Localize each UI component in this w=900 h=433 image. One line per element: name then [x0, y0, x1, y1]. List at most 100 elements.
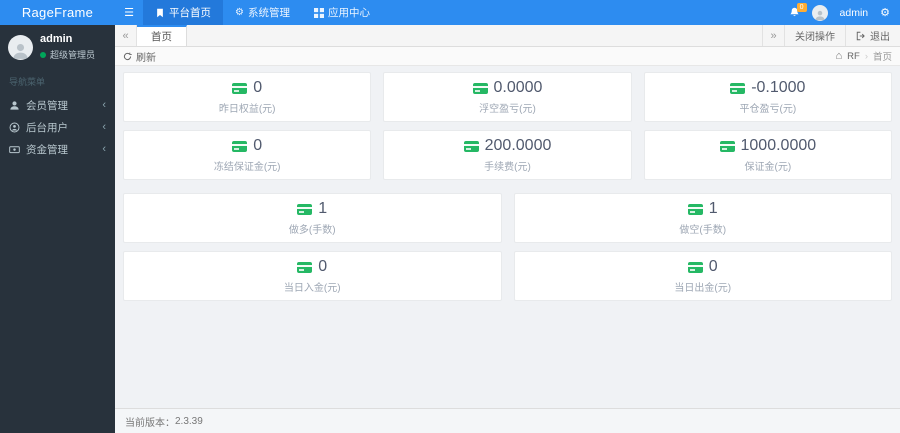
breadcrumb-root[interactable]: RF [847, 51, 860, 62]
tabs-scroll-right-button[interactable]: » [762, 25, 784, 46]
top-bar: RageFrame ☰ 平台首页 ⚙ 系统管理 应用中心 0 admin ⚙ [0, 0, 900, 25]
sidebar-item-label: 资金管理 [26, 143, 68, 156]
nav-item-app-center[interactable]: 应用中心 [302, 0, 382, 25]
stat-label: 做多(手数) [288, 225, 336, 236]
breadcrumb-separator: › [864, 50, 868, 62]
sidebar-user-panel: admin 超级管理员 [0, 25, 115, 71]
stat-label: 冻结保证金(元) [213, 162, 281, 173]
brand-logo[interactable]: RageFrame [0, 0, 115, 25]
breadcrumb-current: 首页 [872, 52, 892, 63]
close-actions-label: 关闭操作 [795, 32, 835, 43]
refresh-label: 刷新 [136, 52, 156, 64]
tab-bar: « 首页 » 关闭操作 退出 [115, 25, 900, 47]
grid-icon [313, 7, 324, 18]
sidebar-user-role: 超级管理员 [40, 48, 95, 61]
credit-card-icon [297, 261, 313, 273]
stats-row-3: 1 做多(手数) 1 做空(手数) [123, 193, 892, 243]
money-icon [9, 144, 26, 155]
topbar-right: 0 admin ⚙ [789, 0, 900, 25]
version-footer: 当前版本： 2.3.39 [115, 408, 900, 433]
stat-label: 当日入金(元) [283, 283, 341, 294]
credit-card-icon [687, 203, 703, 215]
version-value: 2.3.39 [175, 415, 203, 427]
credit-card-icon [463, 140, 479, 152]
credit-card-icon [232, 140, 248, 152]
stat-value: 200.0000 [484, 137, 552, 154]
bookmark-icon [155, 8, 165, 18]
chevron-left-icon: ‹ [102, 121, 106, 133]
version-label: 当前版本： [125, 417, 175, 429]
username-menu[interactable]: admin [840, 7, 869, 19]
user-avatar[interactable] [811, 4, 828, 21]
stat-value: 1000.0000 [740, 137, 817, 154]
settings-gear-icon[interactable]: ⚙ [880, 6, 890, 19]
chevron-left-icon: ‹ [102, 99, 106, 111]
breadcrumb: ⌂ RF › 首页 [835, 49, 892, 63]
sidebar-item-label: 后台用户 [26, 121, 68, 134]
stat-card-today-withdraw: 0 当日出金(元) [513, 251, 892, 301]
stat-label: 浮空盈亏(元) [479, 104, 536, 115]
sidebar-item-label: 会员管理 [26, 99, 68, 112]
stat-label: 做空(手数) [679, 225, 727, 236]
stat-card-long-lots: 1 做多(手数) [123, 193, 502, 243]
sidebar-avatar [8, 34, 33, 60]
stat-value: -0.1000 [751, 79, 806, 96]
stat-label: 平仓盈亏(元) [739, 104, 797, 115]
credit-card-icon [297, 203, 313, 215]
stats-row-4: 0 当日入金(元) 0 当日出金(元) [123, 251, 892, 301]
credit-card-icon [232, 82, 248, 94]
sidebar-item-members[interactable]: 会员管理 ‹ [0, 94, 115, 116]
sidebar-username: admin [40, 33, 73, 45]
stat-card-frozen-margin: 0 冻结保证金(元) [123, 130, 372, 180]
sidebar-toggle-button[interactable]: ☰ [115, 0, 143, 25]
home-icon: ⌂ [835, 50, 843, 62]
credit-card-icon [472, 82, 488, 94]
stat-label: 保证金(元) [744, 162, 792, 173]
person-icon [9, 100, 26, 111]
refresh-button[interactable]: 刷新 [123, 49, 156, 64]
role-label: 超级管理员 [50, 50, 96, 60]
sidebar: admin 超级管理员 导航菜单 会员管理 ‹ 后台用户 ‹ 资金管理 ‹ [0, 25, 115, 433]
stat-label: 手续费(元) [484, 162, 531, 173]
stat-value: 1 [318, 200, 328, 217]
credit-card-icon [730, 82, 746, 94]
stats-row-2: 0 冻结保证金(元) 200.0000 手续费(元) 1000.0000 保证金… [123, 130, 892, 180]
stat-value: 0 [318, 258, 328, 275]
nav-item-platform-home[interactable]: 平台首页 [143, 0, 223, 25]
dashboard-content: 0 昨日权益(元) 0.0000 浮空盈亏(元) -0.1000 平仓盈亏(元)… [115, 66, 900, 408]
top-nav: 平台首页 ⚙ 系统管理 应用中心 [143, 0, 382, 25]
stat-card-fees: 200.0000 手续费(元) [383, 130, 632, 180]
stat-value: 0 [253, 137, 263, 154]
nav-item-label: 平台首页 [169, 7, 211, 19]
notifications-button[interactable]: 0 [789, 3, 807, 18]
stat-card-closed-pl: -0.1000 平仓盈亏(元) [643, 72, 892, 122]
nav-item-system-manage[interactable]: ⚙ 系统管理 [223, 0, 302, 25]
tabbar-spacer [187, 25, 762, 46]
close-actions-button[interactable]: 关闭操作 [784, 25, 845, 46]
user-circle-icon [9, 122, 26, 133]
hamburger-icon: ☰ [124, 7, 134, 19]
refresh-icon [123, 52, 132, 61]
logout-label: 退出 [870, 32, 890, 43]
stat-value: 0.0000 [493, 79, 543, 96]
nav-item-label: 应用中心 [327, 7, 370, 19]
stat-label: 昨日权益(元) [218, 104, 276, 115]
gears-icon: ⚙ [235, 6, 244, 18]
tabs-scroll-left-button[interactable]: « [115, 25, 137, 46]
credit-card-icon [719, 140, 735, 152]
sidebar-item-funds[interactable]: 资金管理 ‹ [0, 138, 115, 160]
sidebar-item-backend-users[interactable]: 后台用户 ‹ [0, 116, 115, 138]
stat-card-floating-pl: 0.0000 浮空盈亏(元) [383, 72, 632, 122]
stat-value: 1 [708, 200, 718, 217]
sidebar-section-title: 导航菜单 [9, 77, 46, 87]
tab-home[interactable]: 首页 [137, 25, 187, 46]
logout-button[interactable]: 退出 [845, 25, 900, 46]
main-area: « 首页 » 关闭操作 退出 刷新 ⌂ RF › 首页 0 昨日权益(元) 0.… [115, 25, 900, 433]
chevron-left-icon: ‹ [102, 143, 106, 155]
nav-item-label: 系统管理 [247, 7, 290, 19]
stats-row-1: 0 昨日权益(元) 0.0000 浮空盈亏(元) -0.1000 平仓盈亏(元) [123, 72, 892, 122]
credit-card-icon [687, 261, 703, 273]
stat-card-today-deposit: 0 当日入金(元) [123, 251, 502, 301]
stat-card-yesterday-equity: 0 昨日权益(元) [123, 72, 372, 122]
